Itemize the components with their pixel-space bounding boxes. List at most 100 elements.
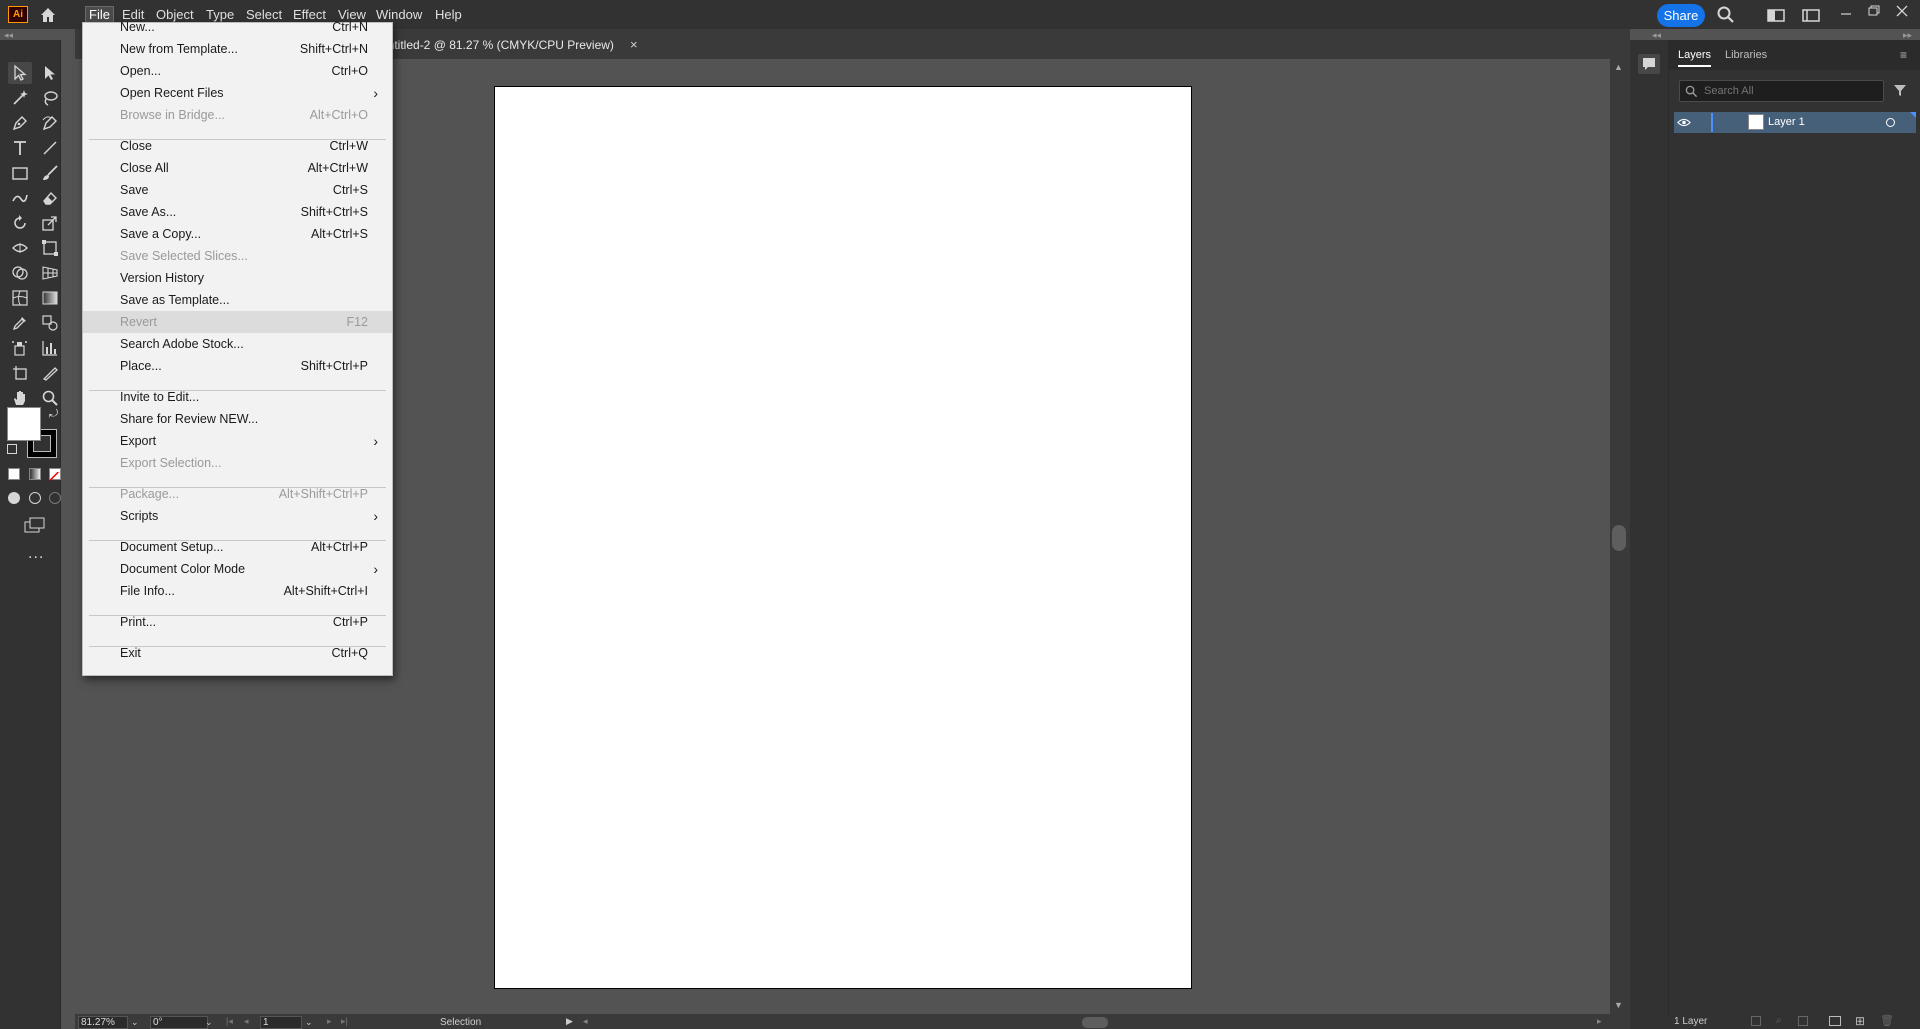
file-menu-item-save-as[interactable]: Save As... Shift+Ctrl+S [83, 201, 392, 223]
scroll-right-icon[interactable]: ▸ [1597, 1016, 1602, 1027]
create-sublayer-icon[interactable] [1829, 1016, 1841, 1026]
file-menu-item-save[interactable]: Save Ctrl+S [83, 179, 392, 201]
restore-icon[interactable] [1864, 1, 1884, 21]
draw-normal-icon[interactable] [8, 492, 20, 504]
rectangle-tool-icon[interactable] [8, 162, 32, 184]
tab-layers[interactable]: Layers [1678, 45, 1712, 67]
layers-search-box[interactable] [1679, 80, 1884, 102]
tab-libraries[interactable]: Libraries [1725, 45, 1767, 65]
file-menu-item-place[interactable]: Place... Shift+Ctrl+P [83, 355, 392, 377]
free-transform-tool-icon[interactable] [38, 237, 62, 259]
file-menu-item-share-for-review-new[interactable]: Share for Review NEW... [83, 408, 392, 430]
artboard-dropdown-icon[interactable]: ⌄ [305, 1017, 313, 1028]
magic-wand-tool-icon[interactable] [8, 87, 32, 109]
file-menu-item-file-info[interactable]: File Info... Alt+Shift+Ctrl+I [83, 580, 392, 602]
screen-mode-icon[interactable] [24, 517, 46, 533]
file-menu-item-open[interactable]: Open... Ctrl+O [83, 60, 392, 82]
menu-help[interactable]: Help [432, 6, 465, 23]
swap-fill-stroke-icon[interactable]: ⤾ [49, 408, 58, 421]
horizontal-scrollbar-thumb[interactable] [1082, 1017, 1108, 1028]
pen-tool-icon[interactable] [8, 112, 32, 134]
eraser-tool-icon[interactable] [38, 187, 62, 209]
line-tool-icon[interactable] [38, 137, 62, 159]
blend-tool-icon[interactable] [38, 312, 62, 334]
status-menu-icon[interactable]: ▶ [566, 1016, 573, 1027]
panel-menu-icon[interactable]: ≡ [1900, 48, 1907, 62]
scale-tool-icon[interactable] [38, 212, 62, 234]
visibility-eye-icon[interactable] [1677, 117, 1691, 128]
file-menu-item-save-as-template[interactable]: Save as Template... [83, 289, 392, 311]
file-menu-item-document-color-mode[interactable]: Document Color Mode › [83, 558, 392, 580]
export-icon[interactable] [1751, 1016, 1761, 1026]
file-menu-item-open-recent-files[interactable]: Open Recent Files › [83, 82, 392, 104]
hand-tool-icon[interactable] [8, 387, 32, 409]
file-menu-item-new-from-template[interactable]: New from Template... Shift+Ctrl+N [83, 38, 392, 60]
selection-tool-icon[interactable] [8, 62, 32, 84]
filter-icon[interactable] [1893, 83, 1907, 102]
file-menu-item-new[interactable]: New... Ctrl+N [83, 16, 392, 38]
edit-toolbar-icon[interactable]: ... [28, 545, 44, 563]
file-menu-item-version-history[interactable]: Version History [83, 267, 392, 289]
shaper-tool-icon[interactable] [8, 187, 32, 209]
none-mode-icon[interactable] [49, 468, 61, 481]
perspective-grid-tool-icon[interactable] [38, 262, 62, 284]
artboard-tool-icon[interactable] [8, 362, 32, 384]
draw-behind-icon[interactable] [29, 492, 41, 504]
previous-artboard-icon[interactable]: ◂ [244, 1016, 249, 1027]
file-menu-item-close-all[interactable]: Close All Alt+Ctrl+W [83, 157, 392, 179]
artboard-number-field[interactable]: 1 [260, 1016, 302, 1029]
mesh-tool-icon[interactable] [8, 287, 32, 309]
symbol-sprayer-tool-icon[interactable] [8, 337, 32, 359]
zoom-field[interactable]: 81.27% [78, 1016, 128, 1029]
paintbrush-tool-icon[interactable] [38, 162, 62, 184]
direct-selection-tool-icon[interactable] [38, 62, 62, 84]
delete-layer-icon[interactable]: 🗑 [1880, 1014, 1894, 1027]
file-menu-item-scripts[interactable]: Scripts › [83, 505, 392, 527]
scroll-down-icon[interactable]: ▼ [1614, 1000, 1623, 1010]
column-graph-tool-icon[interactable] [38, 337, 62, 359]
last-artboard-icon[interactable]: ▸| [341, 1016, 348, 1027]
rotate-tool-icon[interactable] [8, 212, 32, 234]
layer-row[interactable]: Layer 1 [1674, 112, 1916, 133]
minimize-icon[interactable] [1836, 3, 1856, 23]
home-icon[interactable] [38, 5, 58, 25]
rotation-dropdown-icon[interactable]: ⌄ [205, 1017, 213, 1028]
locate-object-icon[interactable]: ⌕ [1776, 1015, 1782, 1026]
comments-icon[interactable] [1638, 54, 1660, 74]
scroll-up-icon[interactable]: ▲ [1614, 62, 1623, 72]
artboard[interactable] [494, 86, 1192, 989]
color-mode-icon[interactable] [8, 468, 20, 480]
workspace-switcher-icon[interactable] [1801, 5, 1821, 25]
zoom-tool-icon[interactable] [38, 387, 62, 409]
gradient-mode-icon[interactable] [29, 468, 41, 480]
arrange-documents-icon[interactable] [1766, 5, 1786, 25]
draw-inside-icon[interactable] [49, 492, 61, 504]
new-layer-icon[interactable]: ⊞ [1855, 1014, 1865, 1028]
file-menu-item-save-a-copy[interactable]: Save a Copy... Alt+Ctrl+S [83, 223, 392, 245]
search-icon[interactable] [1716, 5, 1736, 25]
file-menu-item-search-adobe-stock[interactable]: Search Adobe Stock... [83, 333, 392, 355]
width-tool-icon[interactable] [8, 237, 32, 259]
default-fill-stroke-icon[interactable] [7, 444, 17, 454]
shape-builder-tool-icon[interactable] [8, 262, 32, 284]
gradient-tool-icon[interactable] [38, 287, 62, 309]
curvature-tool-icon[interactable] [38, 112, 62, 134]
type-tool-icon[interactable] [8, 137, 32, 159]
document-tab-title[interactable]: Untitled-2 @ 81.27 % (CMYK/CPU Preview) [379, 32, 614, 58]
make-clipping-mask-icon[interactable] [1798, 1016, 1808, 1026]
vertical-scrollbar-thumb[interactable] [1612, 525, 1626, 551]
share-button[interactable]: Share [1657, 4, 1705, 27]
document-tab-close-icon[interactable]: × [630, 32, 638, 58]
close-window-icon[interactable] [1892, 1, 1912, 21]
eyedropper-tool-icon[interactable] [8, 312, 32, 334]
zoom-dropdown-icon[interactable]: ⌄ [131, 1017, 139, 1028]
next-artboard-icon[interactable]: ▸ [327, 1016, 332, 1027]
scroll-left-icon[interactable]: ◂ [583, 1016, 588, 1027]
file-menu-item-export[interactable]: Export › [83, 430, 392, 452]
layer-name[interactable]: Layer 1 [1768, 116, 1805, 128]
first-artboard-icon[interactable]: |◂ [226, 1016, 233, 1027]
layers-search-input[interactable] [1704, 83, 1874, 99]
rotation-field[interactable]: 0° [150, 1016, 208, 1029]
slice-tool-icon[interactable] [38, 362, 62, 384]
layer-target-icon[interactable] [1886, 118, 1895, 127]
